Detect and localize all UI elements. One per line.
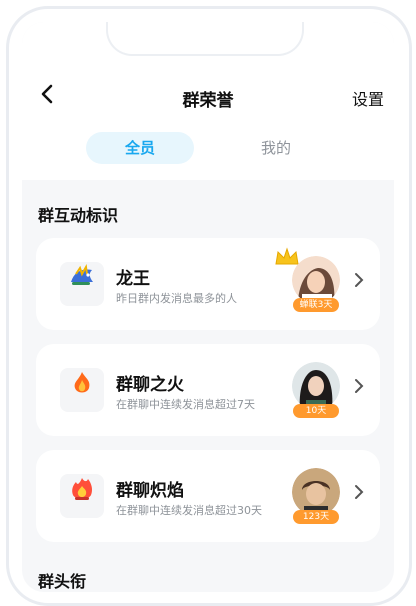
avatar bbox=[292, 256, 340, 304]
streak-badge: 蝉联3天 bbox=[293, 298, 339, 312]
settings-button[interactable]: 设置 bbox=[352, 86, 384, 110]
honor-card-group-fire[interactable]: 群聊之火 在群聊中连续发消息超过7天 10天 bbox=[36, 344, 380, 436]
honor-name: 群聊炽焰 bbox=[116, 481, 184, 501]
avatar bbox=[292, 468, 340, 516]
dragon-king-icon bbox=[60, 262, 104, 306]
section-title-heads: 群头衔 bbox=[38, 572, 87, 591]
honor-name: 龙王 bbox=[116, 269, 150, 289]
avatar bbox=[292, 362, 340, 410]
honor-name: 群聊之火 bbox=[116, 375, 184, 395]
tab-all[interactable]: 全员 bbox=[86, 132, 194, 164]
app-screen: 群荣誉 设置 全员 我的 群互动标识 龙王 昨日群内发消息最多的人 蝉联3天 群… bbox=[22, 22, 394, 592]
streak-badge: 10天 bbox=[293, 404, 339, 418]
phone-notch bbox=[106, 22, 304, 56]
honor-card-dragon-king[interactable]: 龙王 昨日群内发消息最多的人 蝉联3天 bbox=[36, 238, 380, 330]
tab-mine[interactable]: 我的 bbox=[222, 132, 330, 164]
honor-card-group-blaze[interactable]: 群聊炽焰 在群聊中连续发消息超过30天 123天 bbox=[36, 450, 380, 542]
flame-icon bbox=[60, 474, 104, 518]
chevron-right-icon bbox=[354, 484, 364, 505]
page-title: 群荣誉 bbox=[182, 91, 234, 111]
honor-description: 在群聊中连续发消息超过30天 bbox=[116, 504, 262, 517]
honor-description: 在群聊中连续发消息超过7天 bbox=[116, 398, 255, 411]
chevron-right-icon bbox=[354, 272, 364, 293]
fire-icon bbox=[60, 368, 104, 412]
honor-description: 昨日群内发消息最多的人 bbox=[116, 292, 237, 305]
streak-badge: 123天 bbox=[293, 510, 339, 524]
section-title-interaction: 群互动标识 bbox=[38, 206, 119, 225]
chevron-right-icon bbox=[354, 378, 364, 399]
